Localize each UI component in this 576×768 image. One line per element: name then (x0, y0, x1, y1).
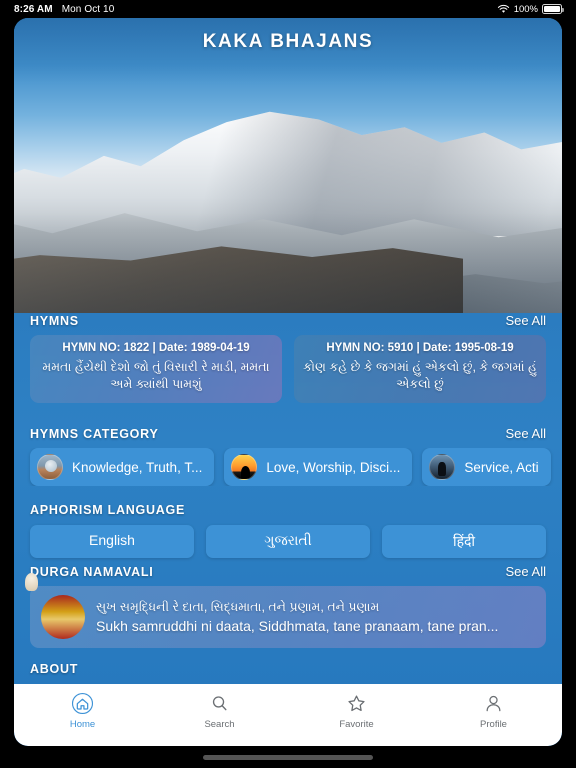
hymns-category-list[interactable]: Knowledge, Truth, T... Love, Worship, Di… (14, 448, 562, 486)
hymn-text: કોણ કહે છે કે જગમાં હું એકલો છું, કે જગમ… (303, 360, 537, 391)
tab-search[interactable]: Search (151, 692, 288, 730)
knowledge-thumbnail-icon (37, 454, 63, 480)
section-hymns-category: HYMNS CATEGORY See All Knowledge, Truth,… (14, 426, 562, 486)
category-chip[interactable]: Love, Worship, Disci... (224, 448, 413, 486)
hymns-header: HYMNS See All (14, 313, 562, 328)
hymn-meta: HYMN NO: 5910 | Date: 1995-08-19 (326, 342, 514, 354)
tab-bar: Home Search Favorite Profile (14, 684, 562, 746)
durga-namavali-item[interactable]: સુખ સમૃદ્ધિની રે દાતા, સિદ્ધમાતા, તને પ્… (30, 586, 546, 648)
about-title: ABOUT (30, 662, 79, 676)
aphorism-language-header: APHORISM LANGUAGE (14, 503, 562, 517)
durga-namavali-header: DURGA NAMAVALI See All (14, 564, 562, 579)
wifi-icon (497, 4, 509, 13)
tab-home[interactable]: Home (14, 692, 151, 730)
language-button-english[interactable]: English (30, 525, 194, 558)
hymns-category-title: HYMNS CATEGORY (30, 427, 159, 441)
durga-line-gujarati: સુખ સમૃદ્ધિની રે દાતા, સિદ્ધમાતા, તને પ્… (96, 600, 380, 615)
durga-line-transliteration: Sukh samruddhi ni daata, Siddhmata, tane… (96, 617, 499, 634)
tab-favorite[interactable]: Favorite (288, 692, 425, 730)
category-chip-label: Service, Acti (464, 459, 539, 475)
category-chip[interactable]: Knowledge, Truth, T... (30, 448, 215, 486)
service-thumbnail-icon (429, 454, 456, 480)
tab-profile-label: Profile (480, 719, 507, 730)
section-hymns: HYMNS See All HYMN NO: 1822 | Date: 1989… (14, 313, 562, 403)
battery-percent: 100% (513, 3, 538, 15)
language-button-gujarati[interactable]: ગુજરાતી (206, 525, 370, 558)
aphorism-language-title: APHORISM LANGUAGE (30, 503, 186, 517)
hymn-card[interactable]: HYMN NO: 5910 | Date: 1995-08-19 કોણ કહે… (294, 335, 546, 403)
tab-favorite-label: Favorite (339, 719, 374, 730)
about-header: ABOUT (14, 662, 562, 676)
hymns-category-see-all[interactable]: See All (506, 426, 546, 441)
durga-thumbnail-icon (41, 595, 85, 639)
section-durga-namavali: DURGA NAMAVALI See All સુખ સમૃદ્ધિની રે … (14, 564, 562, 648)
hymn-text: મમતા હૈંયેથી દેશો જો તું વિસારી રે માડી,… (42, 360, 270, 391)
search-icon (212, 696, 227, 711)
hymn-card[interactable]: HYMN NO: 1822 | Date: 1989-04-19 મમતા હૈ… (30, 335, 282, 403)
status-bar: 8:26 AM Mon Oct 10 100% (0, 0, 576, 18)
tab-profile[interactable]: Profile (425, 692, 562, 730)
category-chip[interactable]: Service, Acti (422, 448, 551, 486)
love-worship-thumbnail-icon (231, 454, 258, 480)
status-time: 8:26 AM (14, 3, 53, 15)
hymns-category-header: HYMNS CATEGORY See All (14, 426, 562, 441)
battery-icon (542, 4, 564, 14)
tab-search-label: Search (204, 719, 235, 730)
page-title: KAKA BHAJANS (202, 31, 374, 52)
hymn-meta: HYMN NO: 1822 | Date: 1989-04-19 (62, 342, 250, 354)
home-icon (71, 692, 94, 715)
scroll-content[interactable]: KAKA BHAJANS HYMNS See All HYMN NO: 1822… (14, 18, 562, 746)
status-bar-left: 8:26 AM Mon Oct 10 (14, 4, 114, 15)
category-chip-label: Love, Worship, Disci... (266, 459, 401, 475)
language-button-hindi[interactable]: हिंदी (382, 525, 546, 558)
hymns-list: HYMN NO: 1822 | Date: 1989-04-19 મમતા હૈ… (14, 335, 562, 403)
star-icon (348, 695, 365, 712)
status-date: Mon Oct 10 (61, 3, 115, 15)
hymns-see-all[interactable]: See All (506, 313, 546, 328)
durga-text-block: સુખ સમૃદ્ધિની રે દાતા, સિદ્ધમાતા, તને પ્… (96, 599, 535, 634)
tab-home-label: Home (69, 719, 96, 730)
durga-namavali-see-all[interactable]: See All (506, 564, 546, 579)
durga-namavali-title: DURGA NAMAVALI (30, 565, 154, 579)
hymns-title: HYMNS (30, 314, 79, 328)
section-aphorism-language: APHORISM LANGUAGE English ગુજરાતી हिंदी (14, 503, 562, 558)
app-screen: KAKA BHAJANS HYMNS See All HYMN NO: 1822… (14, 18, 562, 746)
home-indicator[interactable] (203, 755, 373, 760)
category-chip-label: Knowledge, Truth, T... (72, 459, 203, 475)
aphorism-language-options: English ગુજરાતી हिंदी (14, 525, 562, 558)
status-bar-right: 100% (497, 3, 564, 15)
person-icon (486, 695, 501, 712)
